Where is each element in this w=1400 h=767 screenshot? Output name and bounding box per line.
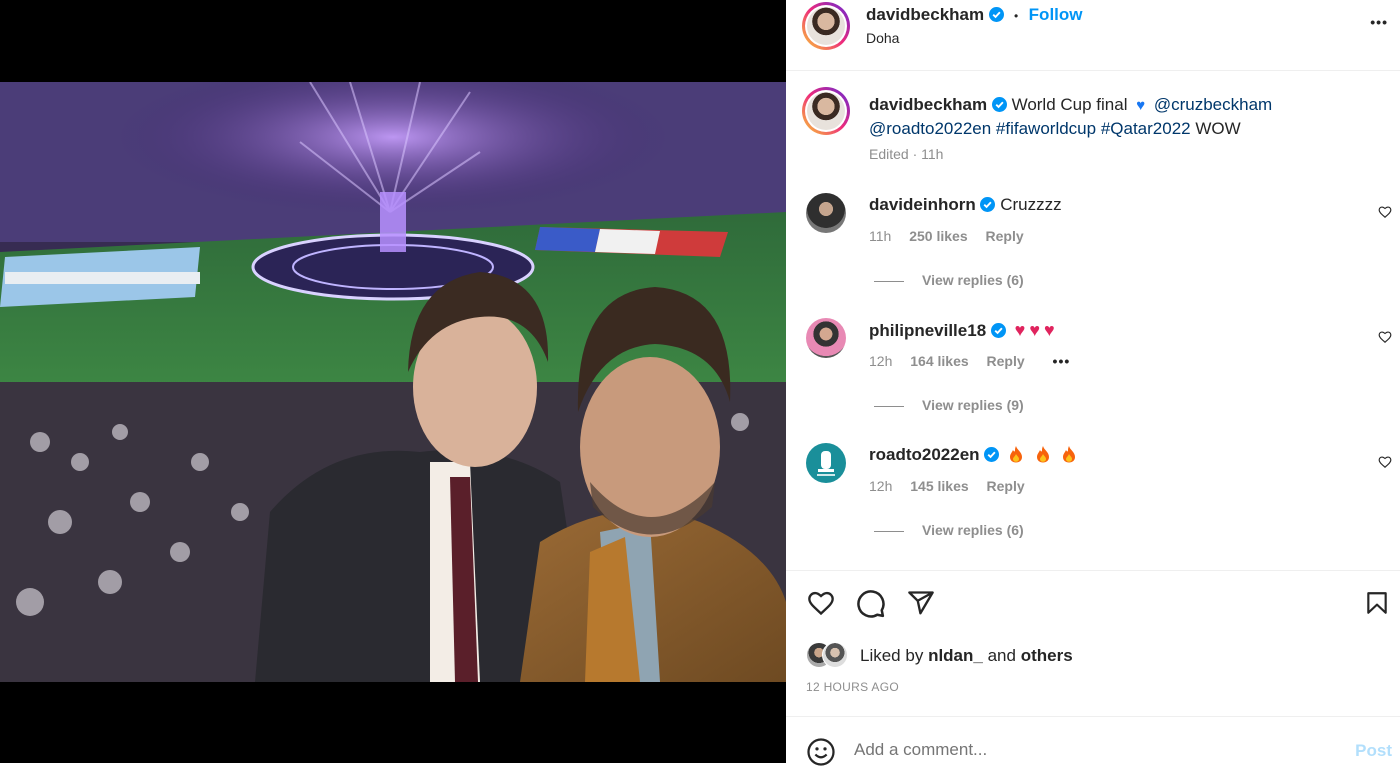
action-bar: Liked by nldan_ and others 12 HOURS AGO (786, 570, 1400, 717)
comment-meta: 12h 164 likes Reply ••• (869, 353, 1070, 369)
share-icon[interactable] (906, 589, 936, 617)
view-replies-button[interactable]: View replies (6) (874, 272, 1024, 288)
verified-icon (980, 197, 996, 212)
fire-icons (1008, 445, 1077, 464)
author-line: davidbeckham • Follow (866, 5, 1083, 25)
reply-button[interactable]: Reply (987, 478, 1025, 494)
comment-time[interactable]: 11h (869, 228, 891, 244)
verified-icon (990, 323, 1006, 338)
comment-2: philipneville18 ♥♥♥ (869, 320, 1059, 341)
mention-cruzbeckham[interactable]: @cruzbeckham (1154, 95, 1272, 114)
comment-options-button[interactable]: ••• (1053, 353, 1071, 369)
comment-likes[interactable]: 145 likes (910, 478, 968, 494)
caption: davidbeckham World Cup final ♥ @cruzbeck… (869, 93, 1379, 140)
comment-icon[interactable] (856, 589, 886, 619)
comment-username[interactable]: roadto2022en (869, 445, 980, 464)
post-header: davidbeckham • Follow Doha ••• (786, 0, 1400, 71)
caption-end: WOW (1195, 119, 1241, 138)
caption-avatar[interactable] (802, 87, 850, 135)
comment-input[interactable] (854, 737, 1314, 763)
comment-text: Cruzzzz (1000, 195, 1062, 214)
verified-icon (988, 7, 1004, 22)
comment-time[interactable]: 12h (869, 353, 892, 369)
post-panel: davidbeckham • Follow Doha ••• davidbeck… (786, 0, 1400, 766)
comment-composer: Post (786, 716, 1400, 766)
post-button[interactable]: Post (1355, 741, 1392, 761)
comment-likes[interactable]: 250 likes (909, 228, 967, 244)
heart-icon[interactable] (806, 589, 836, 617)
comment-username[interactable]: davideinhorn (869, 195, 976, 214)
like-comment-heart-icon[interactable] (1378, 330, 1392, 344)
post-media (0, 0, 786, 763)
caption-username[interactable]: davidbeckham (869, 95, 987, 114)
comment-meta: 11h 250 likes Reply (869, 228, 1024, 244)
post-photo[interactable] (0, 82, 786, 682)
commenter-avatar[interactable] (806, 443, 846, 483)
like-comment-heart-icon[interactable] (1378, 455, 1392, 469)
world-cup-logo-icon (817, 451, 835, 476)
author-username[interactable]: davidbeckham (866, 5, 984, 24)
like-comment-heart-icon[interactable] (1378, 205, 1392, 219)
liked-by: Liked by nldan_ and others (860, 646, 1073, 666)
reply-button[interactable]: Reply (986, 228, 1024, 244)
location-label[interactable]: Doha (866, 30, 899, 46)
comment-meta: 12h 145 likes Reply (869, 478, 1025, 494)
view-replies-button[interactable]: View replies (6) (874, 522, 1024, 538)
separator-dot: • (1014, 9, 1019, 23)
liked-by-prefix: Liked by (860, 646, 924, 665)
view-replies-button[interactable]: View replies (9) (874, 397, 1024, 413)
caption-meta: Edited · 11h (869, 146, 944, 162)
comment-3: roadto2022en (869, 445, 1077, 465)
mention-roadto2022en[interactable]: @roadto2022en (869, 119, 991, 138)
comment-likes[interactable]: 164 likes (910, 353, 968, 369)
liked-by-others[interactable]: others (1021, 646, 1073, 665)
liked-by-and: and (987, 646, 1016, 665)
verified-icon (984, 447, 1000, 462)
follow-button[interactable]: Follow (1029, 5, 1083, 24)
commenter-avatar[interactable] (806, 318, 846, 358)
verified-icon (991, 97, 1007, 112)
bookmark-icon[interactable] (1364, 589, 1390, 617)
caption-text: World Cup final (1011, 95, 1128, 114)
hashtag-qatar2022[interactable]: #Qatar2022 (1101, 119, 1191, 138)
reply-button[interactable]: Reply (987, 353, 1025, 369)
liked-by-user[interactable]: nldan_ (928, 646, 983, 665)
author-avatar[interactable] (802, 2, 850, 50)
hashtag-fifaworldcup[interactable]: #fifaworldcup (996, 119, 1096, 138)
commenter-avatar[interactable] (806, 193, 846, 233)
comment-1: davideinhorn Cruzzzz (869, 195, 1062, 215)
post-timestamp[interactable]: 12 HOURS AGO (806, 680, 899, 694)
comment-username[interactable]: philipneville18 (869, 321, 986, 340)
blue-heart-icon: ♥ (1136, 97, 1146, 114)
comment-time[interactable]: 12h (869, 478, 892, 494)
red-hearts: ♥♥♥ (1014, 320, 1059, 340)
more-options-button[interactable]: ••• (1370, 14, 1388, 30)
liked-by-avatars[interactable] (806, 641, 854, 669)
